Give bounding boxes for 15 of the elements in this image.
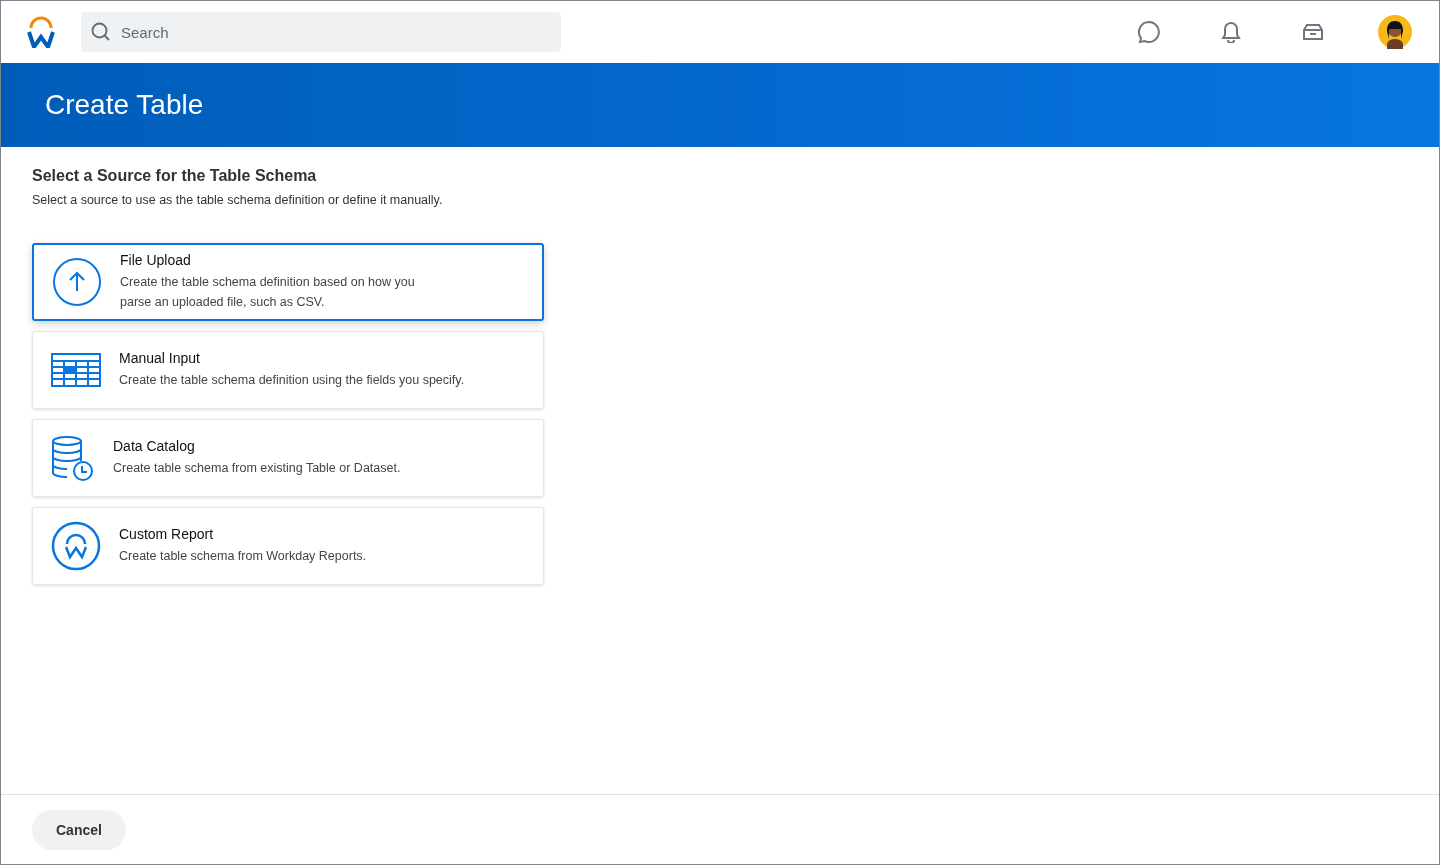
cancel-button[interactable]: Cancel bbox=[32, 809, 126, 850]
source-option-card[interactable]: Data Catalog Create table schema from existing Table or Dataset. bbox=[32, 419, 544, 497]
w-logo-circle-icon bbox=[51, 521, 101, 571]
source-option-card[interactable]: Custom Report Create table schema from Workday Reports. bbox=[32, 507, 544, 585]
search-icon bbox=[91, 22, 111, 42]
source-option-card[interactable]: File Upload Create the table schema definition based on how you parse an uploaded file, such as CSV. bbox=[32, 243, 544, 321]
section-heading: Select a Source for the Table Schema bbox=[32, 167, 318, 185]
search-field[interactable]: Search bbox=[81, 12, 561, 52]
database-clock-icon bbox=[51, 435, 95, 481]
table-grid-icon bbox=[51, 353, 101, 387]
section-subtitle: Select a source to use as the table schema definition or define it manually. bbox=[32, 193, 444, 207]
w-logo[interactable] bbox=[27, 16, 55, 48]
page-title: Create Table bbox=[45, 89, 204, 121]
source-option-card[interactable]: Manual Input Create the table schema definition using the fields you specify. bbox=[32, 331, 544, 409]
avatar[interactable] bbox=[1375, 12, 1415, 52]
